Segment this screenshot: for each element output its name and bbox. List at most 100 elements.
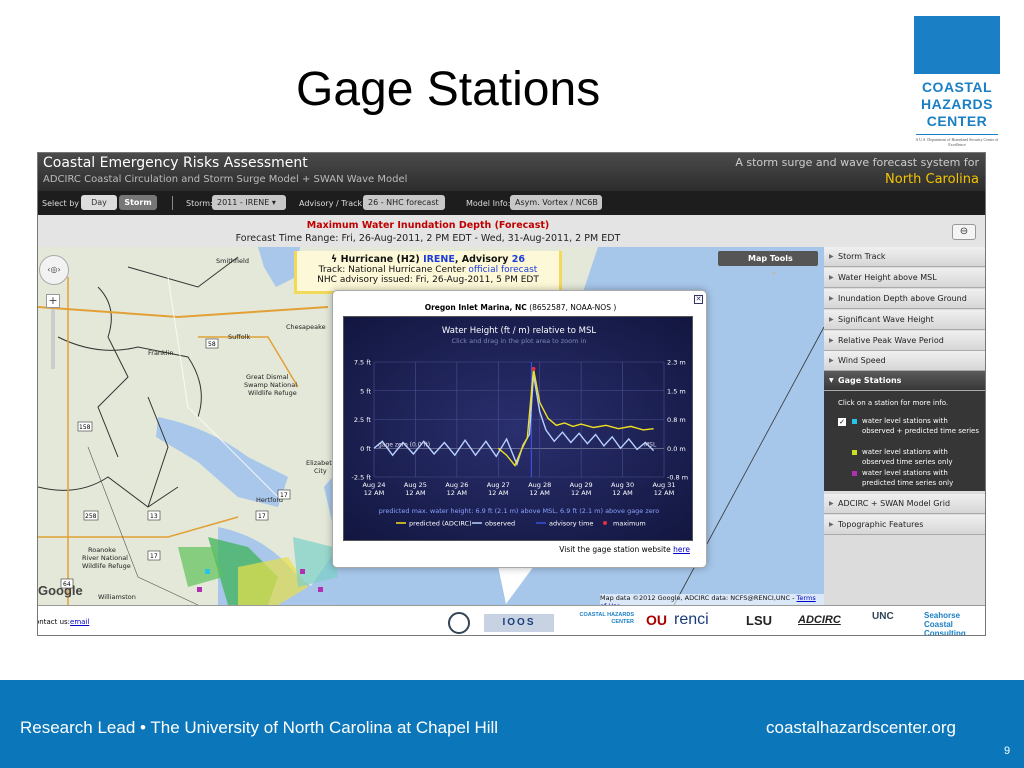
x-tick-date: Aug 28 [528,481,551,489]
water-height-chart[interactable]: Water Height (ft / m) relative to MSL Cl… [343,316,693,541]
route-shield-13: 13 [150,513,158,520]
official-forecast-link[interactable]: official forecast [468,265,537,275]
partner-bar: ontact us:email IOOS COASTAL HAZARDS CEN… [38,605,985,636]
legend-swatch [852,471,857,476]
chevron-down-icon: ▾ [772,269,777,278]
storm-info-box: ϟ Hurricane (H2) IRENE, Advisory 26 Trac… [294,251,562,294]
station-id: (8652587, NOAA-NOS ) [529,303,617,312]
slide: Gage Stations COASTAL HAZARDS CENTER A U… [0,0,1024,768]
page-number: 9 [1004,745,1011,757]
zoom-in-button[interactable]: + [46,294,60,308]
y-tick-left: 2.5 ft [354,416,372,424]
storm-issued: NHC advisory issued: Fri, 26-Aug-2011, 5… [317,275,539,285]
route-shield-258: 258 [85,513,97,520]
popup-station-title: Oregon Inlet Marina, NC (8652587, NOAA-N… [333,303,708,312]
legend-swatch [603,521,607,525]
storm-button[interactable]: Storm [119,195,157,210]
x-tick-time: 12 AM [571,489,591,497]
app-header: Coastal Emergency Risks Assessment ADCIR… [38,153,985,191]
map-label-great-dismal-3: Wildlife Refuge [248,389,297,397]
chart-svg[interactable]: Water Height (ft / m) relative to MSL Cl… [344,317,694,542]
triangle-right-icon: ▶ [829,357,834,364]
logo-line2: HAZARDS [921,96,993,112]
logo-mark [914,16,1000,74]
slide-title: Gage Stations [296,63,601,116]
dhs-seal-icon [448,612,470,634]
y-tick-right: 1.5 m [667,387,686,395]
station-website-line: Visit the gage station website here [333,545,690,554]
zoom-slider[interactable] [51,309,55,369]
station-website-link[interactable]: here [673,545,690,554]
triangle-right-icon: ▶ [829,337,834,344]
route-shield-158: 158 [79,424,91,431]
x-tick-time: 12 AM [364,489,384,497]
sidebar-item-label: Gage Stations [838,376,902,385]
sidebar-item-wind-speed[interactable]: ▶ Wind Speed [824,351,985,371]
hurricane-icon: ϟ [331,254,338,265]
partner-ou: OU [646,612,667,628]
sidebar-item-model-grid[interactable]: ▶ ADCIRC + SWAN Model Grid [824,494,985,514]
toolbar-separator [172,196,173,210]
chart-legend: predicted (ADCIRC) observed advisory time m… [396,520,646,528]
msl-label: MSL [644,441,657,448]
storm-track: Track: National Hurricane Center officia… [297,265,559,275]
sidebar-item-storm-track[interactable]: ▶ Storm Track [824,247,985,267]
y-tick-right: 2.3 m [667,359,686,367]
maximum-point [531,366,536,371]
pan-control[interactable]: ‹◎› [39,255,69,285]
checkbox[interactable]: ✓ [838,418,846,426]
map-label-great-dismal: Great Dismal [246,373,289,381]
model-info-select[interactable]: Asym. Vortex / NC6B [510,195,602,210]
popup-tail [498,566,534,604]
footer-left: Research Lead • The University of North … [20,718,499,737]
app-region: North Carolina [885,172,979,187]
plus-icon: + [48,294,58,307]
partner-seahorse: Seahorse Coastal Consulting [924,611,966,636]
map-label-franklin: Franklin [148,349,174,357]
sidebar-item-inundation-depth[interactable]: ▶ Inundation Depth above Ground [824,289,985,309]
storm-name: IRENE [423,254,455,265]
map-label-suffolk: Suffolk [228,333,251,341]
close-icon: ✕ [695,295,702,303]
x-tick-date: Aug 27 [487,481,510,489]
sidebar-item-wave-height[interactable]: ▶ Significant Wave Height [824,310,985,330]
logo-tagline: A U.S. Department of Homeland Security C… [915,137,999,147]
partner-chc: COASTAL HAZARDS CENTER [579,612,635,625]
select-by-label: Select by [42,199,80,208]
chart-title: Water Height (ft / m) relative to MSL [442,326,596,336]
partner-renci: renci [674,611,709,628]
gage-stations-panel: Click on a station for more info. ✓ wate… [824,391,985,491]
sidebar-item-label: Significant Wave Height [838,315,934,324]
map-tools-button[interactable]: Map Tools ▾ [718,251,818,278]
gage-station-popup: ✕ Oregon Inlet Marina, NC (8652587, NOAA… [332,290,707,568]
pan-arrows-icon: ‹◎› [47,265,61,274]
triangle-right-icon: ▶ [829,316,834,323]
chart-subtitle: Click and drag in the plot area to zoom … [452,337,587,345]
sidebar-item-peak-wave-period[interactable]: ▶ Relative Peak Wave Period [824,331,985,351]
storm-select-value: 2011 - IRENE [217,198,270,207]
map-label-great-dismal-2: Swamp National [244,381,297,389]
day-button[interactable]: Day [81,195,117,210]
logo-line3: CENTER [926,113,988,129]
route-shield-58: 58 [208,341,216,348]
sidebar-item-label: Water Height above MSL [838,273,937,282]
partner-ioos: IOOS [484,614,554,632]
google-logo: Google [38,583,83,598]
x-tick-time: 12 AM [654,489,674,497]
sidebar-item-topographic[interactable]: ▶ Topographic Features [824,515,985,535]
coastal-hazards-center-logo: COASTAL HAZARDS CENTER A U.S. Department… [912,16,1000,152]
legend-label: predicted (ADCIRC) [409,520,472,528]
link-button[interactable]: ⊖ [952,224,976,240]
sidebar-item-water-height[interactable]: ▶ Water Height above MSL [824,268,985,288]
triangle-right-icon: ▶ [829,295,834,302]
y-tick-left: 7.5 ft [354,359,372,367]
logo-rule [916,134,998,135]
storm-title: ϟ Hurricane (H2) IRENE, Advisory 26 [297,254,559,265]
storm-select[interactable]: 2011 - IRENE ▾ [212,195,286,210]
advisory-select[interactable]: 26 - NHC forecast ▾ [363,195,445,222]
email-link[interactable]: email [70,618,89,626]
contact: ontact us:email [38,618,89,626]
sidebar-item-label: Wind Speed [838,356,886,365]
map-label-williamston: Williamston [98,593,136,601]
sidebar-item-gage-stations[interactable]: ▼ Gage Stations [824,371,985,391]
